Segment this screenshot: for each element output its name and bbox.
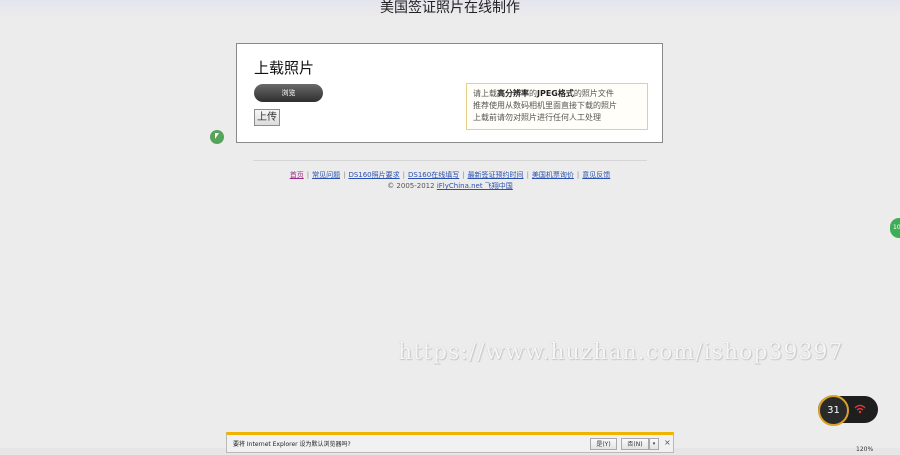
footer-link-photo-requirements[interactable]: DS160照片要求 bbox=[348, 171, 399, 179]
upload-button[interactable]: 上传 bbox=[254, 109, 280, 126]
hint-line-2: 推荐使用从数码相机里面直接下载的照片 bbox=[473, 101, 617, 110]
side-tab[interactable]: 10 bbox=[890, 218, 900, 238]
chevron-down-icon[interactable]: ▾ bbox=[649, 438, 659, 450]
no-button[interactable]: 否(N) bbox=[621, 438, 649, 450]
footer-link-home[interactable]: 首页 bbox=[290, 171, 304, 179]
hint-line-1: 请上载高分辨率的JPEG格式的照片文件 bbox=[473, 89, 614, 98]
wifi-icon bbox=[854, 404, 866, 414]
watermark: https://www.huzhan.com/ishop39397 bbox=[398, 340, 844, 365]
close-icon[interactable]: × bbox=[664, 438, 671, 447]
browse-button[interactable]: 浏览 bbox=[254, 84, 323, 102]
network-speed-widget[interactable]: 31 bbox=[818, 395, 878, 426]
footer-divider bbox=[253, 160, 647, 161]
zoom-level[interactable]: 120% bbox=[856, 446, 873, 453]
hint-line-3: 上载前请勿对照片进行任何人工处理 bbox=[473, 113, 601, 122]
footer-links: 首页 | 常见问题 | DS160照片要求 | DS160在线填写 | 最新签证预约时间 | 美国机… bbox=[289, 171, 611, 179]
footer-link-faq[interactable]: 常见问题 bbox=[312, 171, 340, 179]
copyright-link[interactable]: iFlyChina.net 飞翔中国 bbox=[437, 182, 513, 190]
notification-message: 要将 Internet Explorer 设为默认浏览器吗? bbox=[233, 441, 351, 448]
cursor-pointer-icon bbox=[210, 130, 224, 144]
speed-value: 31 bbox=[818, 395, 849, 426]
copyright: © 2005-2012 iFlyChina.net 飞翔中国 bbox=[0, 181, 900, 191]
panel-heading: 上载照片 bbox=[254, 59, 315, 77]
default-browser-notification: 要将 Internet Explorer 设为默认浏览器吗? 是(Y) 否(N)… bbox=[226, 432, 674, 453]
yes-button[interactable]: 是(Y) bbox=[590, 438, 617, 450]
footer-link-feedback[interactable]: 意见反馈 bbox=[582, 171, 610, 179]
copyright-text: © 2005-2012 bbox=[387, 182, 435, 190]
page-title: 美国签证照片在线制作 bbox=[380, 0, 520, 16]
upload-panel: 上载照片 浏览 上传 请上载高分辨率的JPEG格式的照片文件 推荐使用从数码相机… bbox=[236, 43, 663, 143]
footer-link-ds160-online[interactable]: DS160在线填写 bbox=[408, 171, 459, 179]
hint-box: 请上载高分辨率的JPEG格式的照片文件 推荐使用从数码相机里面直接下载的照片 上… bbox=[466, 83, 648, 130]
footer-link-airfare[interactable]: 美国机票询价 bbox=[532, 171, 574, 179]
footer-link-appointment-times[interactable]: 最新签证预约时间 bbox=[468, 171, 524, 179]
